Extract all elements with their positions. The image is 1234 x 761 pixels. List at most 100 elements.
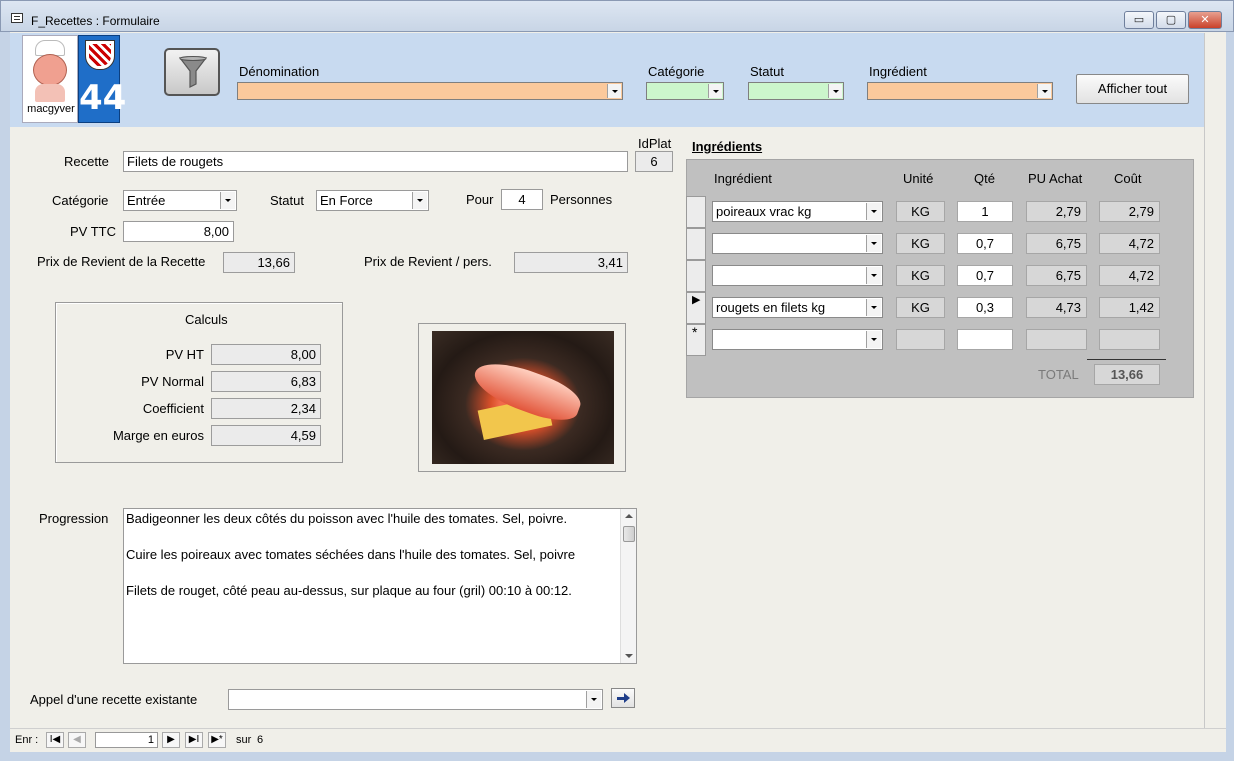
- qte-cell[interactable]: 0,7: [957, 233, 1013, 254]
- chevron-down-icon[interactable]: [412, 192, 427, 209]
- row-selector-new[interactable]: *: [686, 324, 706, 356]
- cout-cell: [1099, 329, 1160, 350]
- cout-cell: 4,72: [1099, 233, 1160, 254]
- idplat-field: 6: [635, 151, 673, 172]
- nav-sur-label: sur: [236, 734, 252, 746]
- go-arrow-button[interactable]: [611, 688, 635, 708]
- col-header-qte: Qté: [974, 171, 995, 186]
- scroll-thumb[interactable]: [623, 526, 635, 542]
- prix-recette-label: Prix de Revient de la Recette: [37, 254, 206, 269]
- progression-line: Filets de rouget, côté peau au-dessus, s…: [126, 583, 572, 598]
- appel-combo[interactable]: [228, 689, 603, 710]
- ingredient-combo-error[interactable]: tomates séchées kg: [712, 233, 883, 254]
- unite-cell: KG: [896, 201, 945, 222]
- denomination-label: Dénomination: [239, 64, 320, 79]
- progression-textarea[interactable]: Badigeonner les deux côtés du poisson av…: [123, 508, 637, 664]
- current-row-icon: ▶: [692, 294, 701, 306]
- window-title: F_Recettes : Formulaire: [31, 14, 160, 28]
- last-record-button[interactable]: ▶I: [185, 732, 203, 748]
- prix-pers-label: Prix de Revient / pers.: [364, 254, 492, 269]
- categorie-combo[interactable]: Entrée: [123, 190, 237, 211]
- chevron-down-icon[interactable]: [586, 691, 601, 708]
- ingredient-combo[interactable]: poireaux vrac kg: [712, 201, 883, 222]
- form-icon: [11, 13, 23, 23]
- scroll-up-icon[interactable]: [625, 514, 633, 518]
- statut-filter-combo[interactable]: [748, 82, 844, 100]
- chevron-down-icon[interactable]: [866, 203, 881, 220]
- qte-cell[interactable]: 1: [957, 201, 1013, 222]
- col-header-pu: PU Achat: [1028, 171, 1083, 186]
- pvttc-field[interactable]: 8,00: [123, 221, 234, 242]
- row-selector[interactable]: [686, 228, 706, 260]
- chevron-down-icon[interactable]: [866, 267, 881, 284]
- chevron-down-icon[interactable]: [866, 331, 881, 348]
- denomination-filter-combo[interactable]: [237, 82, 623, 100]
- personnes-label: Personnes: [550, 192, 613, 207]
- maximize-button[interactable]: ▢: [1156, 11, 1186, 29]
- progression-line: Badigeonner les deux côtés du poisson av…: [126, 511, 568, 526]
- ingredient-name: tomates séchées kg: [716, 268, 832, 283]
- window-frame-bottom: [0, 752, 1234, 761]
- chevron-down-icon[interactable]: [866, 235, 881, 252]
- pu-cell: 2,79: [1026, 201, 1087, 222]
- total-value: 13,66: [1094, 364, 1160, 385]
- statut-value: En Force: [320, 193, 373, 208]
- pu-cell: 6,75: [1026, 233, 1087, 254]
- row-selector[interactable]: [686, 196, 706, 228]
- previous-record-button[interactable]: ◀: [68, 732, 86, 748]
- logo-number: 44: [79, 78, 127, 118]
- ingredient-combo-new[interactable]: [712, 329, 883, 350]
- progression-scrollbar[interactable]: [620, 509, 636, 663]
- col-header-cout: Coût: [1114, 171, 1142, 186]
- row-selector[interactable]: [686, 260, 706, 292]
- ingredient-filter-combo[interactable]: [867, 82, 1053, 100]
- progression-label: Progression: [39, 511, 109, 526]
- recette-label: Recette: [64, 154, 109, 169]
- qte-cell[interactable]: [957, 329, 1013, 350]
- unite-cell: [896, 329, 945, 350]
- recette-field[interactable]: Filets de rougets: [123, 151, 628, 172]
- coat-of-arms-icon: [85, 40, 115, 70]
- pvnormal-label: PV Normal: [141, 374, 204, 389]
- current-record-field[interactable]: 1: [95, 732, 158, 748]
- chevron-down-icon[interactable]: [1037, 84, 1051, 98]
- minimize-button[interactable]: ▭: [1124, 11, 1154, 29]
- marge-label: Marge en euros: [112, 428, 204, 443]
- ingredient-name: rougets en filets kg: [716, 300, 826, 315]
- window-frame-left: [0, 32, 10, 752]
- total-separator: [1087, 359, 1166, 360]
- total-label: TOTAL: [1038, 367, 1079, 382]
- scroll-down-icon[interactable]: [625, 654, 633, 658]
- qte-cell[interactable]: 0,7: [957, 265, 1013, 286]
- ingredient-combo[interactable]: rougets en filets kg: [712, 297, 883, 318]
- qte-cell[interactable]: 0,3: [957, 297, 1013, 318]
- coefficient-field: 2,34: [211, 398, 321, 419]
- idplat-label: IdPlat: [638, 136, 672, 151]
- pvht-label: PV HT: [165, 347, 204, 362]
- pour-field[interactable]: 4: [501, 189, 543, 210]
- new-record-button[interactable]: ▶*: [208, 732, 226, 748]
- chevron-down-icon[interactable]: [220, 192, 235, 209]
- chevron-down-icon[interactable]: [866, 299, 881, 316]
- categorie-filter-combo[interactable]: [646, 82, 724, 100]
- close-button[interactable]: ✕: [1188, 11, 1222, 29]
- progression-line: Cuire les poireaux avec tomates séchées …: [126, 547, 576, 562]
- chef-logo: macgyver: [22, 35, 78, 123]
- first-record-button[interactable]: I◀: [46, 732, 64, 748]
- filter-button[interactable]: [164, 48, 220, 96]
- next-record-button[interactable]: ▶: [162, 732, 180, 748]
- unite-cell: KG: [896, 233, 945, 254]
- chevron-down-icon[interactable]: [828, 84, 842, 98]
- chevron-down-icon[interactable]: [708, 84, 722, 98]
- pour-label: Pour: [466, 192, 494, 207]
- row-selector-current[interactable]: ▶: [686, 292, 706, 324]
- statut-combo[interactable]: En Force: [316, 190, 429, 211]
- prix-recette-field: 13,66: [223, 252, 295, 273]
- recipe-photo: [432, 331, 614, 464]
- recipe-photo-frame: [418, 323, 626, 472]
- show-all-button[interactable]: Afficher tout: [1076, 74, 1189, 104]
- prix-pers-field: 3,41: [514, 252, 628, 273]
- ingredient-filter-label: Ingrédient: [869, 64, 927, 79]
- ingredient-combo-error[interactable]: tomates séchées kg: [712, 265, 883, 286]
- chevron-down-icon[interactable]: [607, 84, 621, 98]
